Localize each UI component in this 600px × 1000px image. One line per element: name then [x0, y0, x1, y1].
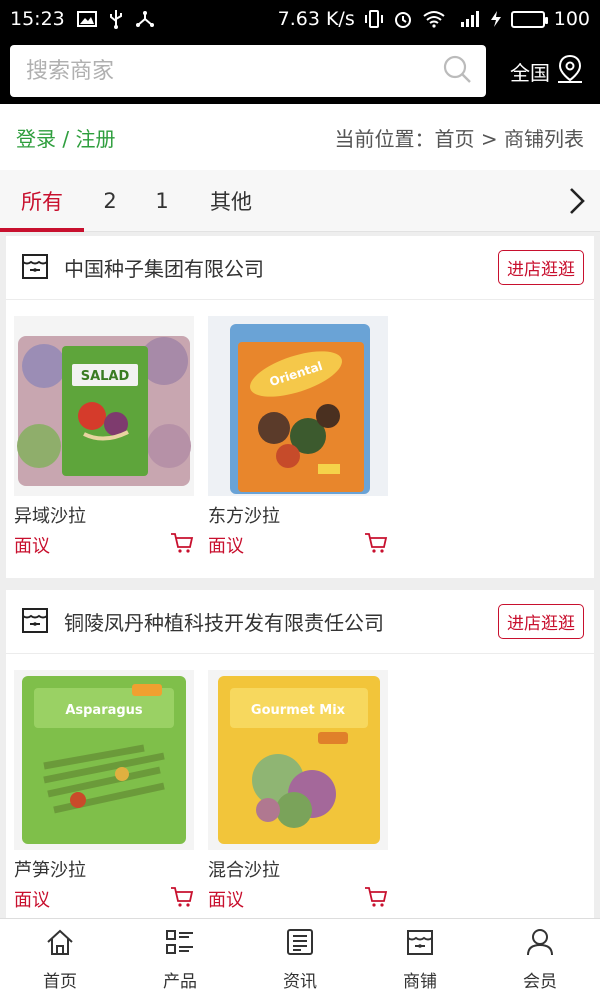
- vibrate-icon: [364, 10, 384, 28]
- product-image[interactable]: Gourmet Mix: [208, 670, 388, 850]
- tab-label: 1: [155, 188, 169, 213]
- login-register-link[interactable]: 登录 / 注册: [16, 123, 115, 152]
- product-price: 面议: [14, 890, 50, 911]
- product-card[interactable]: Oriental 东方沙拉 面议: [208, 316, 388, 558]
- search-header: 全国: [0, 38, 600, 104]
- cart-icon[interactable]: [170, 532, 194, 558]
- product-card[interactable]: Asparagus 芦笋沙拉 面议: [14, 670, 194, 912]
- region-label: 全国: [510, 60, 550, 85]
- news-icon: [285, 928, 315, 961]
- svg-text:SALAD: SALAD: [81, 369, 130, 384]
- product-list: SALAD 异域沙拉 面议 Oriental 东方沙拉 面议: [6, 300, 594, 558]
- search-input[interactable]: [26, 58, 442, 84]
- tab-label: 2: [103, 188, 117, 213]
- list-icon: [165, 928, 195, 961]
- nav-label: 首页: [43, 971, 77, 992]
- enter-shop-button[interactable]: 进店逛逛: [498, 250, 584, 285]
- store-icon: [20, 251, 50, 285]
- product-image[interactable]: Asparagus: [14, 670, 194, 850]
- user-icon: [525, 928, 555, 961]
- product-price: 面议: [208, 536, 244, 557]
- home-icon: [45, 928, 75, 961]
- product-list: Asparagus 芦笋沙拉 面议 Gourmet Mix 混合沙拉 面议: [6, 654, 594, 912]
- battery-icon: [510, 10, 548, 28]
- product-name: 异域沙拉: [14, 506, 86, 527]
- nav-label: 商铺: [403, 971, 437, 992]
- product-card[interactable]: SALAD 异域沙拉 面议: [14, 316, 194, 558]
- tab-1[interactable]: 1: [136, 170, 188, 232]
- status-time: 15:23: [10, 8, 65, 30]
- signal-icon: [455, 10, 481, 28]
- product-name: 东方沙拉: [208, 506, 280, 527]
- nav-shops[interactable]: 商铺: [360, 919, 480, 1000]
- shop-header: 中国种子集团有限公司 进店逛逛: [6, 236, 594, 300]
- nav-label: 会员: [523, 971, 557, 992]
- shop-name[interactable]: 中国种子集团有限公司: [64, 253, 264, 282]
- cart-icon[interactable]: [170, 886, 194, 912]
- product-price: 面议: [14, 536, 50, 557]
- product-name: 混合沙拉: [208, 860, 280, 881]
- share-icon: [135, 10, 155, 28]
- svg-text:Gourmet Mix: Gourmet Mix: [251, 703, 346, 718]
- search-icon[interactable]: [442, 54, 472, 88]
- nav-label: 产品: [163, 971, 197, 992]
- status-bar: 15:23 7.63 K/s 100: [0, 0, 600, 38]
- usb-icon: [109, 9, 123, 29]
- tab-2[interactable]: 2: [84, 170, 136, 232]
- svg-text:Asparagus: Asparagus: [65, 703, 143, 718]
- nav-news[interactable]: 资讯: [240, 919, 360, 1000]
- shop-icon: [405, 928, 435, 961]
- tab-all[interactable]: 所有: [0, 170, 84, 232]
- enter-shop-button[interactable]: 进店逛逛: [498, 604, 584, 639]
- nav-member[interactable]: 会员: [480, 919, 600, 1000]
- product-name: 芦笋沙拉: [14, 860, 86, 881]
- shop-card: 中国种子集团有限公司 进店逛逛 SALAD 异域沙拉 面议 Oriental 东…: [6, 236, 594, 578]
- breadcrumb-row: 登录 / 注册 当前位置：首页 > 商铺列表: [0, 104, 600, 170]
- product-price: 面议: [208, 890, 244, 911]
- tab-label: 所有: [21, 189, 63, 214]
- battery-level: 100: [553, 8, 590, 30]
- nav-label: 资讯: [283, 971, 317, 992]
- region-selector[interactable]: 全国: [510, 54, 590, 89]
- location-pin-icon: [556, 54, 584, 89]
- breadcrumb: 当前位置：首页 > 商铺列表: [334, 126, 584, 151]
- nav-products[interactable]: 产品: [120, 919, 240, 1000]
- cart-icon[interactable]: [364, 532, 388, 558]
- chevron-right-icon[interactable]: [554, 170, 600, 232]
- tab-other[interactable]: 其他: [188, 170, 274, 232]
- alarm-icon: [393, 9, 413, 29]
- shop-name[interactable]: 铜陵凤丹种植科技开发有限责任公司: [64, 607, 384, 636]
- network-speed: 7.63 K/s: [277, 8, 355, 30]
- wifi-icon: [422, 10, 446, 28]
- product-image[interactable]: Oriental: [208, 316, 388, 496]
- image-icon: [76, 11, 97, 27]
- product-card[interactable]: Gourmet Mix 混合沙拉 面议: [208, 670, 388, 912]
- bottom-nav: 首页 产品 资讯 商铺 会员: [0, 918, 600, 1000]
- category-tabs: 所有 2 1 其他: [0, 170, 600, 232]
- store-icon: [20, 605, 50, 639]
- shop-card: 铜陵凤丹种植科技开发有限责任公司 进店逛逛 Asparagus 芦笋沙拉 面议: [6, 590, 594, 920]
- search-box[interactable]: [10, 45, 486, 97]
- product-image[interactable]: SALAD: [14, 316, 194, 496]
- nav-home[interactable]: 首页: [0, 919, 120, 1000]
- cart-icon[interactable]: [364, 886, 388, 912]
- shop-header: 铜陵凤丹种植科技开发有限责任公司 进店逛逛: [6, 590, 594, 654]
- charging-icon: [490, 10, 502, 28]
- tab-label: 其他: [210, 189, 252, 214]
